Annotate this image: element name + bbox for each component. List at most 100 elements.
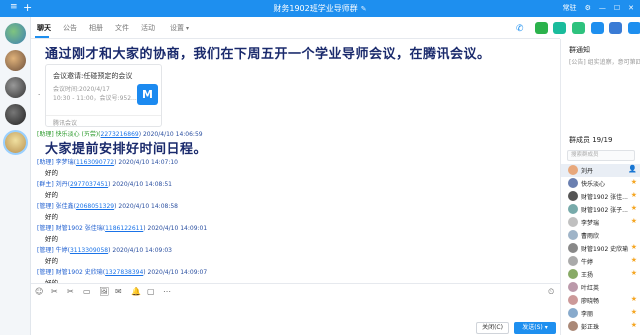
member-name: 曹雨欣	[581, 233, 600, 240]
members-title: 群成员 19/19	[569, 136, 613, 144]
gif-icon[interactable]: ✂	[51, 287, 58, 296]
member-name: 财管1902 张子...	[581, 207, 628, 214]
admin-star-icon: ★	[630, 308, 637, 316]
close-button[interactable]: 关闭(C)	[476, 322, 509, 334]
bell-icon[interactable]: 🔔	[131, 287, 141, 296]
member-avatar	[568, 308, 578, 318]
sender-qq-link[interactable]: 3113309058	[70, 247, 108, 254]
message-header: [助理] 快乐淡心 (ㄞ尝)(2273216869) 2020/4/10 14:…	[37, 129, 203, 138]
tab-files[interactable]: 文件	[115, 23, 129, 33]
tab-chat[interactable]: 聊天	[37, 23, 51, 33]
message-header: [管理] 财管1902 史欣瑜(1327838394) 2020/4/10 14…	[37, 267, 207, 276]
add-app-icon[interactable]	[572, 22, 585, 34]
tab-settings[interactable]: 设置 ▾	[170, 23, 189, 33]
sender-label: [助理] 李梦瑞(	[37, 159, 76, 166]
maximize-button[interactable]: ☐	[614, 4, 620, 12]
message-header: [管理] 财管1902 张佳瑞(1186122611) 2020/4/10 14…	[37, 223, 207, 232]
message-body: 好的	[45, 235, 58, 243]
close-window-button[interactable]: ✕	[628, 4, 634, 12]
apps-icon[interactable]	[591, 22, 604, 34]
window-icon[interactable]: ▢	[147, 287, 155, 296]
file-icon[interactable]: ▭	[83, 287, 91, 296]
sender-qq-link[interactable]: 1327838394	[105, 269, 143, 276]
member-item[interactable]: 廖晓畅 ★	[561, 294, 640, 307]
chat-avatar-3[interactable]	[5, 77, 26, 98]
admin-star-icon: ★	[630, 191, 637, 199]
sender-label: [助理] 快乐淡心 (ㄞ尝)(	[37, 131, 101, 138]
phone-icon[interactable]: ✆	[516, 24, 529, 36]
member-item[interactable]: 叶红英	[561, 281, 640, 294]
member-item[interactable]: 曹雨欣	[561, 229, 640, 242]
meeting-invite-card[interactable]: 会议邀请:任碰预定的会议 会议时间:2020/4/17 10:30 - 11:0…	[45, 64, 162, 127]
admin-star-icon: ★	[630, 321, 637, 329]
history-clock-icon[interactable]: ⏲	[548, 287, 554, 297]
message-time: ) 2020/4/10 14:09:01	[143, 225, 208, 232]
settings-icon[interactable]: ⚙	[585, 4, 591, 12]
pin-button[interactable]: 常驻	[563, 3, 577, 13]
window-title: 财务1902班学业导师群 ✎	[0, 3, 640, 14]
message-body: 好的	[45, 169, 58, 177]
message-time: ) 2020/4/10 14:09:07	[143, 269, 208, 276]
chat-avatar-2[interactable]	[5, 50, 26, 71]
sender-label: [管理] 财管1902 张佳瑞(	[37, 225, 106, 232]
notice-title[interactable]: 群通知	[569, 45, 590, 55]
chat-avatar-4[interactable]	[5, 104, 26, 125]
member-item[interactable]: 快乐淡心 ★	[561, 177, 640, 190]
screen-share-icon[interactable]	[553, 22, 566, 34]
video-call-icon[interactable]	[535, 22, 548, 34]
window-controls: 常驻 ⚙ — ☐ ✕	[563, 3, 634, 13]
notice-text[interactable]: [公告] 组实追察，意可第四课	[569, 57, 640, 66]
message-body: 好的	[45, 191, 58, 199]
window-title-text: 财务1902班学业导师群	[273, 4, 358, 13]
member-name: 李梦瑞	[581, 220, 600, 227]
emoji-icon[interactable]: ☺	[35, 287, 43, 296]
minimize-button[interactable]: —	[599, 4, 606, 12]
mail-icon[interactable]: ✉	[115, 287, 122, 296]
admin-star-icon: ★	[630, 295, 637, 303]
sender-label: [管理] 张佳鑫(	[37, 203, 76, 210]
member-avatar	[568, 243, 578, 253]
member-item[interactable]: 李梦瑞 ★	[561, 216, 640, 229]
tencent-meeting-logo-icon: M	[137, 84, 158, 105]
sender-qq-link[interactable]: 1163090772	[76, 159, 114, 166]
member-item[interactable]: 刘丹 👤	[561, 164, 640, 177]
member-item[interactable]: 财管1902 张佳... ★	[561, 190, 640, 203]
message-time: ) 2020/4/10 14:08:51	[108, 181, 172, 188]
member-name: 财管1902 史欣瑜	[581, 246, 629, 253]
member-item[interactable]: 李丽 ★	[561, 307, 640, 320]
member-search-input[interactable]: 搜索群成员	[567, 150, 635, 161]
chat-avatar-current[interactable]	[3, 130, 28, 155]
message-time: ) 2020/4/10 14:06:59	[138, 131, 203, 138]
active-tab-indicator	[35, 36, 49, 38]
member-name: 牛婷	[581, 259, 594, 266]
group-apps-icon[interactable]	[628, 22, 640, 34]
member-item[interactable]: 王扬 ★	[561, 268, 640, 281]
screenshot-icon[interactable]: ✂	[67, 287, 74, 296]
message-body: 好的	[45, 213, 58, 221]
send-button[interactable]: 发送(S) ▾	[514, 322, 556, 334]
group-tabs: 聊天 公告 相册 文件 活动 设置 ▾ ✆	[31, 17, 640, 39]
tab-activities[interactable]: 活动	[141, 23, 155, 33]
member-item[interactable]: 财管1902 张子... ★	[561, 203, 640, 216]
sender-qq-link[interactable]: 2977037451	[70, 181, 108, 188]
message-header: [群主] 刘丹(2977037451) 2020/4/10 14:08:51	[37, 179, 172, 188]
member-item[interactable]: 财管1902 史欣瑜 ★	[561, 242, 640, 255]
tab-album[interactable]: 相册	[89, 23, 103, 33]
chat-avatar-1[interactable]	[5, 23, 26, 44]
member-item[interactable]: 彭正珠 ★	[561, 320, 640, 333]
member-item[interactable]: 牛婷 ★	[561, 255, 640, 268]
more-apps-icon[interactable]	[609, 22, 622, 34]
sender-qq-link[interactable]: 2068051329	[76, 203, 114, 210]
edit-title-icon[interactable]: ✎	[361, 5, 367, 13]
member-name: 彭正珠	[581, 324, 600, 331]
card-meeting-number: 10:30 - 11:00，会议号:952...	[53, 95, 137, 102]
message-text-bold: 大家提前安排好时间日程。	[45, 142, 208, 157]
chevron-down-icon[interactable]: ▾	[545, 324, 548, 331]
group-info-panel: 群通知 [公告] 组实追察，意可第四课 群成员 19/19 搜索群成员 刘丹 👤 快…	[560, 39, 640, 335]
more-icon[interactable]: ⋯	[163, 287, 171, 296]
image-icon[interactable]: 🖼	[99, 287, 109, 296]
sender-qq-link[interactable]: 1186122611	[105, 225, 143, 232]
tab-announcement[interactable]: 公告	[63, 23, 77, 33]
member-name: 李丽	[581, 311, 594, 318]
sender-qq-link[interactable]: 2273216869	[101, 131, 139, 138]
